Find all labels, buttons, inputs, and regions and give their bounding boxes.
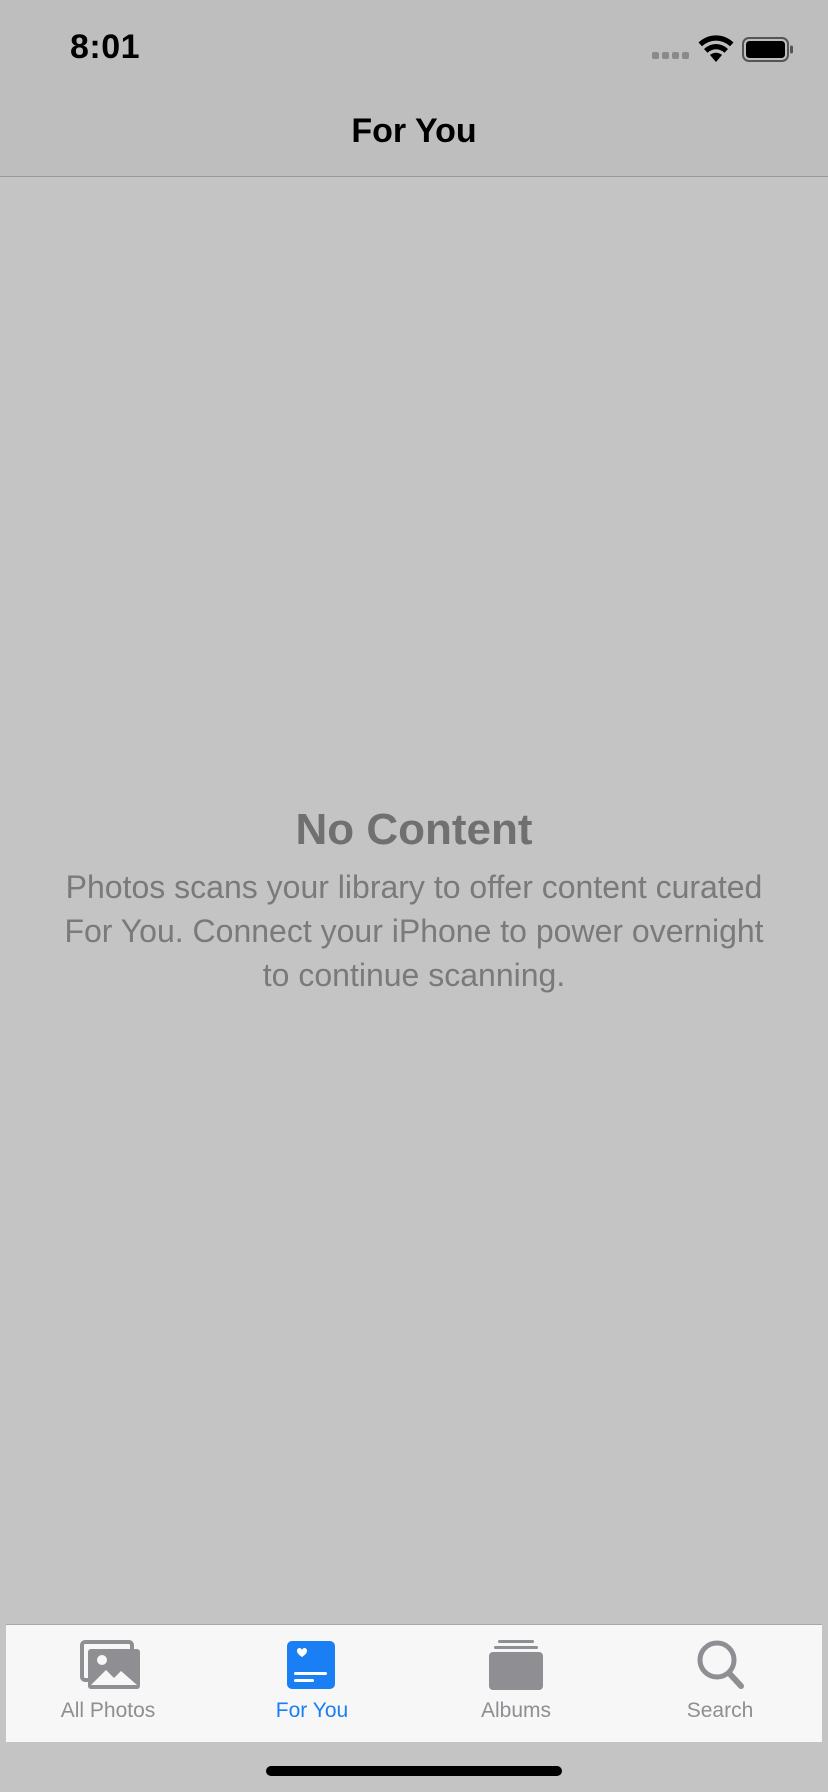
empty-state-title: No Content	[295, 805, 533, 854]
status-bar: 8:01	[0, 0, 828, 100]
tab-label: All Photos	[60, 1699, 156, 1722]
tab-all-photos[interactable]: All Photos	[6, 1625, 210, 1743]
tab-bar: All Photos For You Albums Search	[6, 1624, 822, 1743]
tab-albums[interactable]: Albums	[414, 1625, 618, 1743]
cellular-signal-icon	[652, 52, 690, 60]
empty-state: No Content Photos scans your library to …	[60, 805, 768, 997]
status-time: 8:01	[70, 28, 141, 66]
battery-icon	[742, 37, 793, 62]
tab-for-you[interactable]: For You	[210, 1625, 414, 1743]
home-indicator[interactable]	[266, 1766, 562, 1776]
wifi-icon	[698, 35, 734, 62]
albums-icon	[489, 1640, 543, 1690]
for-you-icon	[287, 1641, 335, 1689]
page-title: For You	[351, 112, 477, 150]
tab-label: Search	[686, 1699, 754, 1722]
home-indicator-area	[0, 1742, 828, 1792]
navigation-bar: For You	[0, 100, 828, 177]
photos-icon	[80, 1640, 140, 1689]
search-icon	[697, 1640, 744, 1689]
tab-search[interactable]: Search	[618, 1625, 822, 1743]
empty-state-message: Photos scans your library to offer conte…	[64, 869, 764, 993]
tab-label: For You	[275, 1699, 349, 1722]
tab-label: Albums	[480, 1699, 552, 1722]
